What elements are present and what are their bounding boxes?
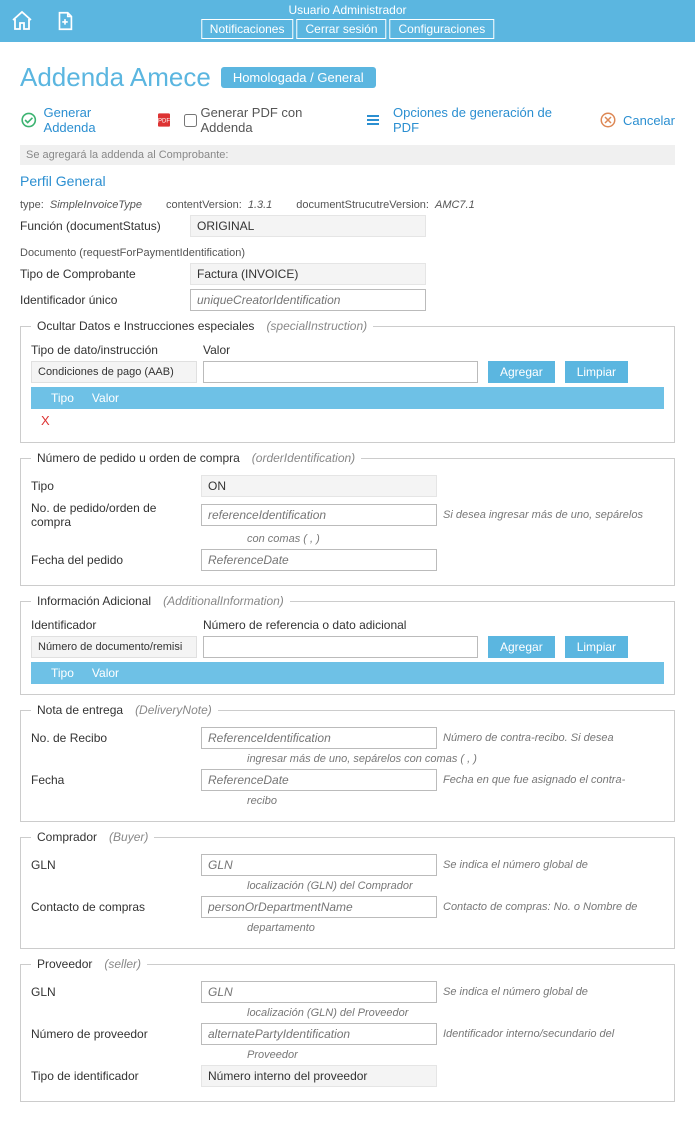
- addinfo-type-select[interactable]: Número de documento/remisi: [31, 636, 197, 658]
- addinfo-id-label: Identificador: [31, 618, 197, 632]
- settings-button[interactable]: Configuraciones: [390, 19, 495, 39]
- note-banner: Se agregará la addenda al Comprobante:: [20, 145, 675, 165]
- special-delete-row[interactable]: X: [31, 409, 60, 432]
- buyer-contact-label: Contacto de compras: [31, 900, 201, 914]
- order-num-label: No. de pedido/orden de compra: [31, 501, 201, 529]
- seller-fieldset: Proveedor(seller) GLN Se indica el númer…: [20, 957, 675, 1102]
- addinfo-ref-label: Número de referencia o dato adicional: [203, 618, 478, 632]
- pdf-checkbox-label[interactable]: Generar PDF con Addenda: [184, 105, 354, 135]
- buyer-contact-input[interactable]: [201, 896, 437, 918]
- order-fieldset: Número de pedido u orden de compra(order…: [20, 451, 675, 586]
- user-name: Usuario Administrador: [201, 3, 494, 17]
- order-type-label: Tipo: [31, 479, 201, 493]
- uid-input[interactable]: [190, 289, 426, 311]
- order-date-label: Fecha del pedido: [31, 553, 201, 567]
- special-instruction-fieldset: Ocultar Datos e Instrucciones especiales…: [20, 319, 675, 443]
- seller-gln-label: GLN: [31, 985, 201, 999]
- svg-text:PDF: PDF: [158, 119, 170, 125]
- order-num-input[interactable]: [201, 504, 437, 526]
- addinfo-value-input[interactable]: [203, 636, 478, 658]
- profile-title: Perfil General: [20, 173, 675, 189]
- toolbar: Generar Addenda PDF Generar PDF con Adde…: [20, 105, 675, 135]
- pdf-options-button[interactable]: Opciones de generación de PDF: [393, 105, 577, 135]
- special-list-header: Tipo Valor: [31, 387, 664, 409]
- doctype-label: Tipo de Comprobante: [20, 267, 190, 281]
- order-date-input[interactable]: [201, 549, 437, 571]
- addinfo-add-button[interactable]: Agregar: [488, 636, 555, 658]
- buyer-fieldset: Comprador(Buyer) GLN Se indica el número…: [20, 830, 675, 949]
- delivery-recibo-input[interactable]: [201, 727, 437, 749]
- delivery-fecha-input[interactable]: [201, 769, 437, 791]
- seller-num-input[interactable]: [201, 1023, 437, 1045]
- cancel-button[interactable]: Cancelar: [599, 111, 675, 129]
- special-add-button[interactable]: Agregar: [488, 361, 555, 383]
- uid-label: Identificador único: [20, 293, 190, 307]
- page-tag: Homologada / General: [221, 67, 376, 88]
- page-title: Addenda Amece: [20, 62, 211, 93]
- buyer-gln-label: GLN: [31, 858, 201, 872]
- document-header: Documento (requestForPaymentIdentificati…: [20, 247, 245, 259]
- delivery-fieldset: Nota de entrega(DeliveryNote) No. de Rec…: [20, 703, 675, 822]
- addinfo-fieldset: Información Adicional(AdditionalInformat…: [20, 594, 675, 695]
- pdf-icon: PDF: [156, 111, 172, 129]
- addinfo-clear-button[interactable]: Limpiar: [565, 636, 628, 658]
- logout-button[interactable]: Cerrar sesión: [296, 19, 386, 39]
- doctype-value[interactable]: Factura (INVOICE): [190, 263, 426, 285]
- user-area: Usuario Administrador Notificaciones Cer…: [201, 3, 494, 39]
- order-num-help: Si desea ingresar más de uno, sepárelos: [443, 509, 664, 521]
- addinfo-list-header: Tipo Valor: [31, 662, 664, 684]
- special-type-label: Tipo de dato/instrucción: [31, 343, 197, 357]
- order-type-value[interactable]: ON: [201, 475, 437, 497]
- new-file-icon[interactable]: [54, 9, 76, 33]
- generate-addenda-button[interactable]: Generar Addenda: [20, 105, 144, 135]
- seller-gln-input[interactable]: [201, 981, 437, 1003]
- seller-num-label: Número de proveedor: [31, 1027, 201, 1041]
- delivery-recibo-label: No. de Recibo: [31, 731, 201, 745]
- special-type-select[interactable]: Condiciones de pago (AAB): [31, 361, 197, 383]
- buyer-gln-input[interactable]: [201, 854, 437, 876]
- pdf-checkbox[interactable]: [184, 114, 197, 127]
- special-value-label: Valor: [203, 343, 478, 357]
- special-value-input[interactable]: [203, 361, 478, 383]
- meta-row: type: SimpleInvoiceType contentVersion: …: [20, 199, 675, 211]
- seller-idtype-value[interactable]: Número interno del proveedor: [201, 1065, 437, 1087]
- list-icon: [365, 112, 381, 128]
- seller-idtype-label: Tipo de identificador: [31, 1069, 201, 1083]
- special-clear-button[interactable]: Limpiar: [565, 361, 628, 383]
- function-label: Función (documentStatus): [20, 219, 190, 233]
- function-value[interactable]: ORIGINAL: [190, 215, 426, 237]
- home-icon[interactable]: [10, 9, 34, 33]
- topbar: Usuario Administrador Notificaciones Cer…: [0, 0, 695, 42]
- notifications-button[interactable]: Notificaciones: [201, 19, 294, 39]
- delivery-fecha-label: Fecha: [31, 773, 201, 787]
